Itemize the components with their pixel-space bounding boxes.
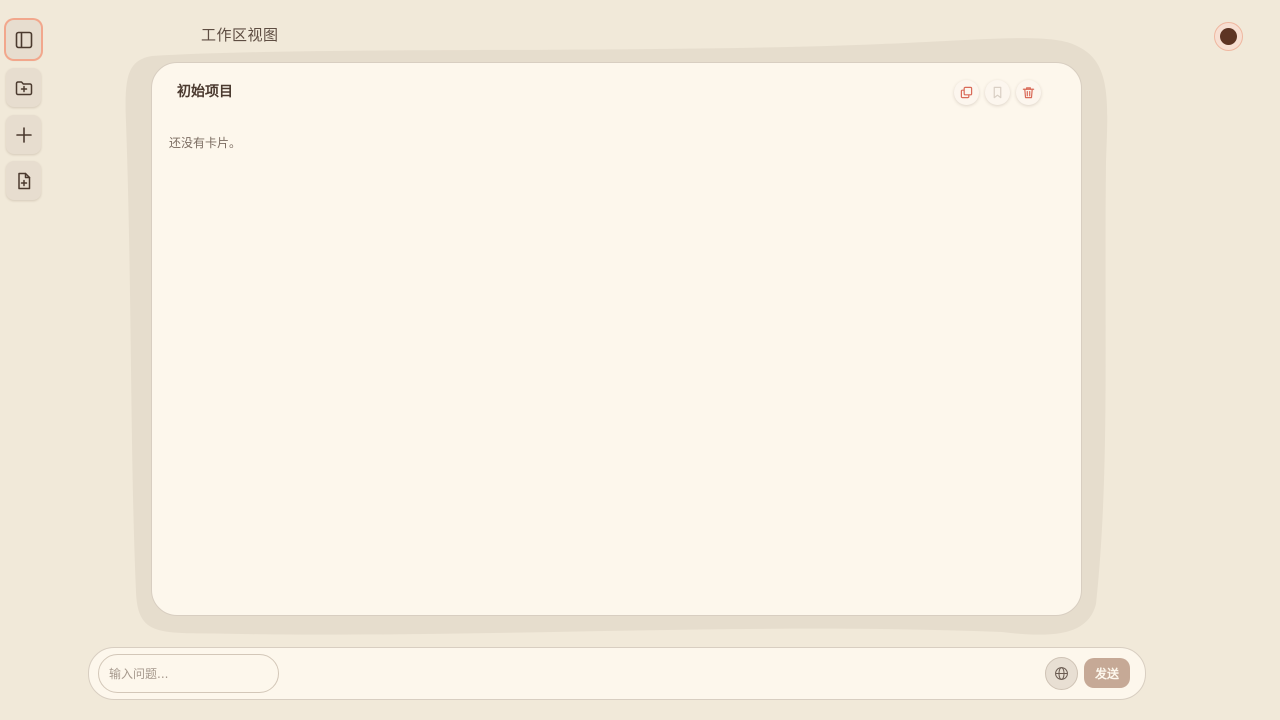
send-button[interactable]: 发送	[1084, 658, 1130, 688]
chat-bar: 发送	[88, 647, 1146, 700]
avatar[interactable]	[1214, 22, 1243, 51]
avatar-dot	[1220, 28, 1237, 45]
new-file-button[interactable]	[6, 161, 41, 200]
sidebar-toggle-icon	[15, 31, 32, 48]
folder-plus-icon	[15, 80, 32, 95]
duplicate-project-button[interactable]	[954, 80, 979, 105]
web-search-toggle[interactable]	[1045, 657, 1078, 690]
copy-icon	[960, 86, 973, 99]
card-actions	[954, 80, 1041, 105]
question-input[interactable]	[98, 654, 279, 693]
bookmark-icon	[993, 86, 1002, 99]
bookmark-project-button[interactable]	[985, 80, 1010, 105]
empty-cards-message: 还没有卡片。	[169, 136, 242, 150]
trash-icon	[1022, 87, 1035, 99]
plus-icon	[15, 126, 32, 143]
globe-icon	[1055, 667, 1068, 680]
project-title: 初始项目	[177, 84, 233, 100]
file-plus-icon	[17, 172, 30, 189]
delete-project-button[interactable]	[1016, 80, 1041, 105]
add-button[interactable]	[6, 115, 41, 154]
new-folder-button[interactable]	[6, 68, 41, 107]
toggle-sidebar-button[interactable]	[6, 20, 41, 59]
project-card: 初始项目 还没有卡片。	[151, 62, 1082, 616]
